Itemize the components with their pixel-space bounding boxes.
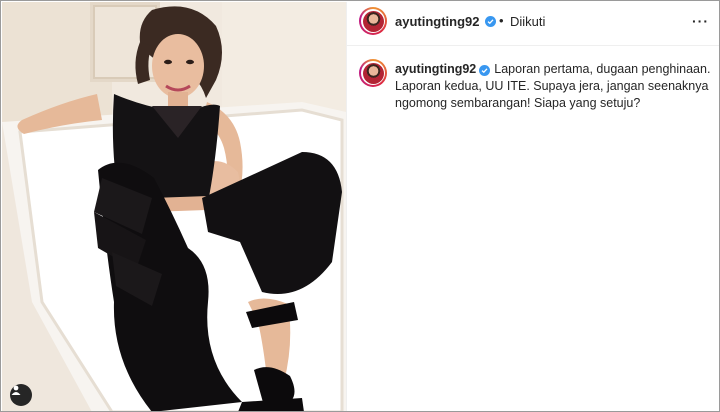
person-icon bbox=[11, 385, 21, 395]
post-window: ayutingting92 • Diikuti ··· ayutingting9… bbox=[0, 0, 720, 412]
header-username[interactable]: ayutingting92 bbox=[395, 14, 480, 29]
caption-username[interactable]: ayutingting92 bbox=[395, 62, 476, 76]
post-photo bbox=[2, 2, 346, 411]
profile-avatar[interactable] bbox=[359, 7, 387, 35]
post-header: ayutingting92 • Diikuti ··· bbox=[347, 2, 719, 46]
caption-avatar[interactable] bbox=[359, 59, 387, 87]
post-side-panel: ayutingting92 • Diikuti ··· ayutingting9… bbox=[346, 2, 719, 411]
caption-verified-badge-icon bbox=[479, 65, 491, 76]
photo-illustration bbox=[2, 2, 346, 411]
caption: ayutingting92 Laporan pertama, dugaan pen… bbox=[395, 61, 715, 112]
separator-dot: • bbox=[499, 13, 504, 28]
tagged-users-button[interactable] bbox=[10, 384, 32, 406]
more-options-icon[interactable]: ··· bbox=[692, 13, 709, 29]
verified-badge-icon bbox=[485, 16, 496, 27]
follow-status-button[interactable]: Diikuti bbox=[510, 14, 545, 29]
